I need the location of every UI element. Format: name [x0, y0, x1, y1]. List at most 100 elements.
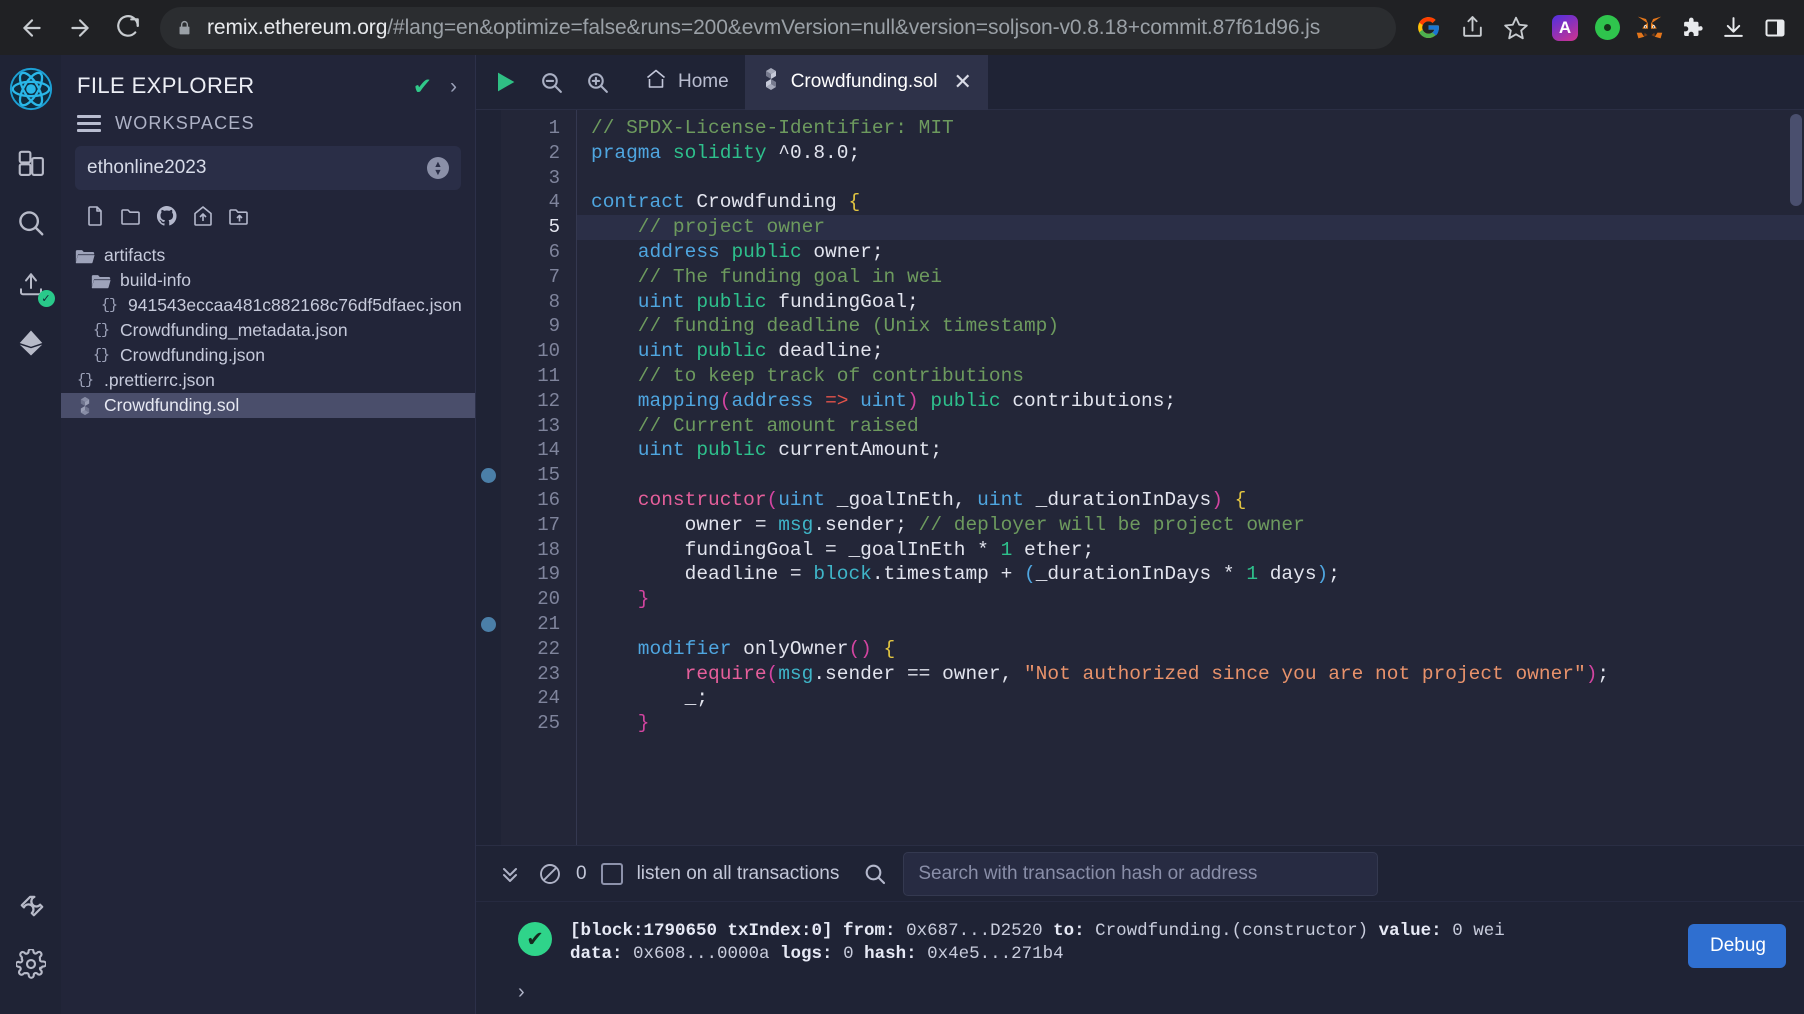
solidity-compiler-icon[interactable]: ✓ [5, 257, 57, 309]
code-line[interactable]: owner = msg.sender; // deployer will be … [591, 513, 1804, 538]
code-line[interactable]: // The funding goal in wei [591, 265, 1804, 290]
code-line[interactable] [591, 166, 1804, 191]
code-line[interactable]: address public owner; [591, 240, 1804, 265]
solidity-icon [761, 67, 781, 97]
code-line[interactable]: require(msg.sender == owner, "Not author… [591, 662, 1804, 687]
code-line[interactable]: // funding deadline (Unix timestamp) [591, 314, 1804, 339]
line-number: 13 [537, 414, 560, 437]
tab-home[interactable]: Home [628, 55, 745, 110]
line-number: 19 [537, 563, 560, 586]
listen-on-all-transactions-checkbox[interactable] [600, 862, 623, 885]
line-number: 21 [537, 612, 560, 635]
code-line[interactable]: pragma solidity ^0.8.0; [591, 141, 1804, 166]
file-row[interactable]: {} 941543eccaa481c882168c76df5dfaec.json [61, 293, 475, 318]
json-file-icon: {} [76, 372, 94, 389]
file-row[interactable]: {} Crowdfunding_metadata.json [61, 318, 475, 343]
file-row[interactable]: build-info [61, 268, 475, 293]
metamask-fox-icon[interactable] [1630, 9, 1668, 47]
debug-button[interactable]: Debug [1688, 924, 1786, 968]
code-area[interactable]: 1 2 3 4 5 6 7 8 9 10 11 12 13 14 15 16 17 18 19 20 21 22 23 24 2… [501, 110, 1804, 845]
code-line[interactable]: modifier onlyOwner() { [591, 637, 1804, 662]
check-icon[interactable]: ✔ [413, 74, 432, 98]
json-file-icon: {} [100, 297, 118, 314]
transaction-log-line2: data: 0x608...0000a logs: 0 hash: 0x4e5.… [570, 944, 1064, 964]
breakpoint-gutter[interactable] [476, 110, 501, 845]
code-line[interactable]: fundingGoal = _goalInEth * 1 ether; [591, 538, 1804, 563]
share-icon[interactable] [1452, 8, 1492, 48]
editor-vertical-scrollbar[interactable] [1790, 114, 1802, 206]
breakpoint-dot[interactable] [481, 468, 496, 484]
zoom-in-icon[interactable] [574, 59, 620, 105]
code-line[interactable]: _; [591, 686, 1804, 711]
extensions-puzzle-icon[interactable] [1672, 9, 1710, 47]
transaction-log-entry[interactable]: ✔ [block:1790650 txIndex:0] from: 0x687.… [476, 920, 1804, 966]
reload-button[interactable] [106, 6, 150, 50]
url-text: remix.ethereum.org/#lang=en&optimize=fal… [207, 16, 1320, 40]
file-row[interactable]: {} Crowdfunding.json [61, 343, 475, 368]
google-icon[interactable] [1408, 8, 1448, 48]
close-icon[interactable]: ✕ [948, 69, 972, 95]
address-bar[interactable]: remix.ethereum.org/#lang=en&optimize=fal… [160, 6, 1396, 49]
code-line[interactable]: // SPDX-License-Identifier: MIT [591, 116, 1804, 141]
file-row[interactable]: artifacts [61, 243, 475, 268]
downloads-icon[interactable] [1714, 9, 1752, 47]
transaction-search-input[interactable] [918, 862, 1364, 885]
github-clone-icon[interactable] [155, 204, 179, 233]
code-line[interactable]: // Current amount raised [591, 414, 1804, 439]
file-row[interactable]: {} .prettierrc.json [61, 368, 475, 393]
create-new-file-icon[interactable] [83, 204, 107, 233]
json-file-icon: {} [92, 347, 110, 364]
transaction-search-box[interactable] [903, 851, 1379, 896]
browser-toolbar: remix.ethereum.org/#lang=en&optimize=fal… [0, 0, 1804, 55]
code-line[interactable] [591, 463, 1804, 488]
side-panel-icon[interactable] [1756, 9, 1794, 47]
icon-rail: ✓ [0, 55, 61, 1014]
chevron-right-icon[interactable]: › [440, 76, 457, 97]
code-line[interactable]: uint public deadline; [591, 339, 1804, 364]
collapse-terminal-icon[interactable] [490, 854, 530, 894]
settings-gear-icon[interactable] [5, 938, 57, 990]
folder-icon [91, 272, 111, 290]
plugin-wrench-icon[interactable] [5, 878, 57, 930]
code-line[interactable]: deadline = block.timestamp + (_durationI… [591, 562, 1804, 587]
green-dot-extension-icon[interactable] [1588, 9, 1626, 47]
file-row[interactable]: Crowdfunding.sol [61, 393, 475, 418]
listen-on-all-transactions-label: listen on all transactions [636, 862, 840, 884]
breakpoint-dot[interactable] [481, 617, 496, 632]
code-line[interactable]: // to keep track of contributions [591, 364, 1804, 389]
line-number: 6 [548, 240, 560, 263]
search-icon[interactable] [863, 862, 887, 886]
code-line[interactable] [591, 612, 1804, 637]
terminal-prompt-icon[interactable]: › [518, 981, 525, 1004]
panel-title: FILE EXPLORER [77, 73, 255, 98]
code-editor[interactable]: 1 2 3 4 5 6 7 8 9 10 11 12 13 14 15 16 17 18 19 20 21 22 23 24 2… [476, 110, 1804, 845]
code-line[interactable]: uint public currentAmount; [591, 438, 1804, 463]
upload-folder-icon[interactable] [227, 204, 251, 233]
run-script-icon[interactable] [482, 59, 528, 105]
forward-button[interactable] [58, 6, 102, 50]
code-line[interactable]: } [591, 711, 1804, 736]
code-line[interactable]: } [591, 587, 1804, 612]
code-line[interactable]: // project owner [577, 215, 1804, 240]
arc-extension-icon[interactable]: A [1546, 9, 1584, 47]
search-icon[interactable] [5, 197, 57, 249]
code-line[interactable]: uint public fundingGoal; [591, 290, 1804, 315]
code-line[interactable]: constructor(uint _goalInEth, uint _durat… [591, 488, 1804, 513]
code-content[interactable]: // SPDX-License-Identifier: MIT pragma so… [576, 110, 1804, 845]
code-line[interactable]: mapping(address => uint) public contribu… [591, 389, 1804, 414]
folder-icon [75, 247, 95, 265]
back-button[interactable] [10, 6, 54, 50]
deploy-run-icon[interactable] [5, 317, 57, 369]
chevron-updown-icon[interactable]: ▲ ▼ [427, 157, 449, 179]
code-line[interactable]: contract Crowdfunding { [591, 190, 1804, 215]
bookmark-star-icon[interactable] [1496, 8, 1536, 48]
hamburger-menu-icon[interactable] [77, 115, 101, 132]
plugin-manager-icon[interactable] [5, 137, 57, 189]
workspace-select[interactable]: ethonline2023 ▲ ▼ [75, 146, 461, 190]
create-new-folder-icon[interactable] [119, 204, 143, 233]
tab-crowdfunding-sol[interactable]: Crowdfunding.sol ✕ [744, 54, 988, 110]
zoom-out-icon[interactable] [528, 59, 574, 105]
clear-console-icon[interactable] [530, 854, 570, 894]
publish-to-gist-icon[interactable] [191, 204, 215, 233]
remix-logo-icon[interactable] [5, 63, 57, 115]
